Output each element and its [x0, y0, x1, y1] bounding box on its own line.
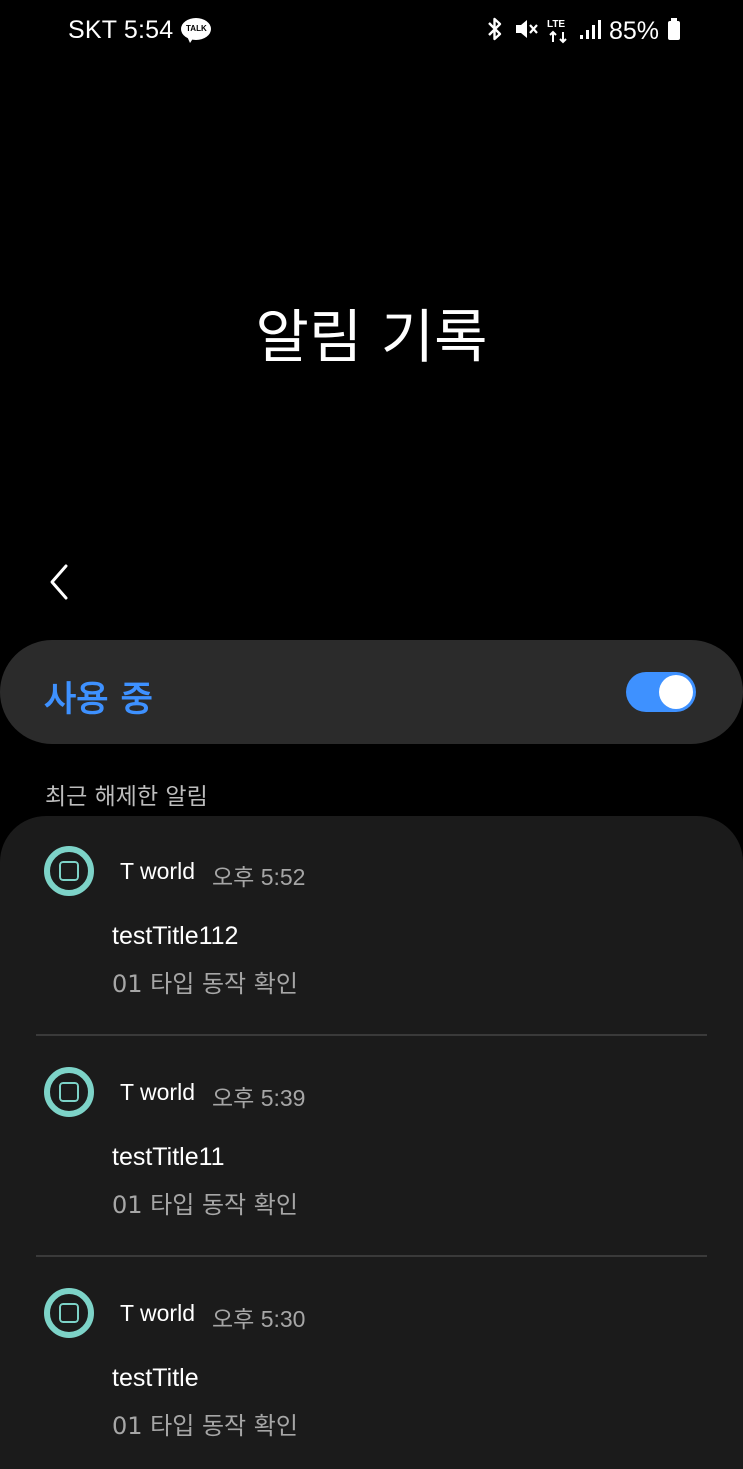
notification-body: 01 타입 동작 확인: [112, 970, 298, 998]
mute-icon: [513, 16, 539, 46]
app-icon: [44, 1067, 94, 1117]
page-title: 알림 기록: [255, 303, 488, 371]
status-left: SKT 5:54 TALK: [68, 16, 212, 45]
notification-list: T world 오후 5:52 testTitle112 01 타입 동작 확인…: [0, 816, 743, 1469]
battery-percent: 85%: [608, 16, 659, 45]
status-bar: SKT 5:54 TALK LTE 85%: [0, 0, 743, 64]
notification-item[interactable]: T world 오후 5:52 testTitle112 01 타입 동작 확인: [0, 816, 743, 1036]
kakaotalk-icon: TALK: [181, 18, 212, 43]
divider: [36, 1034, 707, 1036]
signal-icon: [579, 18, 601, 44]
app-icon: [44, 846, 94, 896]
notification-item[interactable]: T world 오후 5:30 testTitle 01 타입 동작 확인: [0, 1258, 743, 1469]
carrier-time: SKT 5:54: [68, 16, 174, 44]
toggle-knob: [659, 675, 693, 709]
battery-icon: [667, 17, 681, 45]
notification-body: 01 타입 동작 확인: [112, 1412, 298, 1440]
notification-time: 오후 5:39: [212, 1085, 306, 1111]
master-toggle[interactable]: [626, 672, 696, 712]
divider: [36, 1255, 707, 1257]
lte-text: LTE: [546, 19, 566, 30]
notification-time: 오후 5:30: [212, 1306, 306, 1332]
notification-title: testTitle: [112, 1364, 199, 1392]
back-button[interactable]: [36, 560, 80, 604]
notification-title: testTitle112: [112, 922, 239, 950]
master-switch-label: 사용 중: [44, 680, 153, 720]
notification-title: testTitle11: [112, 1143, 225, 1171]
notification-app-name: T world: [120, 858, 195, 884]
lte-icon: LTE: [547, 18, 571, 44]
notification-item[interactable]: T world 오후 5:39 testTitle11 01 타입 동작 확인: [0, 1037, 743, 1257]
status-right: LTE 85%: [485, 16, 681, 46]
notification-body: 01 타입 동작 확인: [112, 1191, 298, 1219]
bluetooth-icon: [485, 16, 505, 46]
app-icon: [44, 1288, 94, 1338]
notification-app-name: T world: [120, 1079, 195, 1105]
notification-app-name: T world: [120, 1300, 195, 1326]
section-header: 최근 해제한 알림: [45, 784, 208, 810]
talk-badge-text: TALK: [186, 24, 207, 33]
notification-time: 오후 5:52: [212, 864, 306, 890]
chevron-left-icon: [50, 564, 68, 600]
